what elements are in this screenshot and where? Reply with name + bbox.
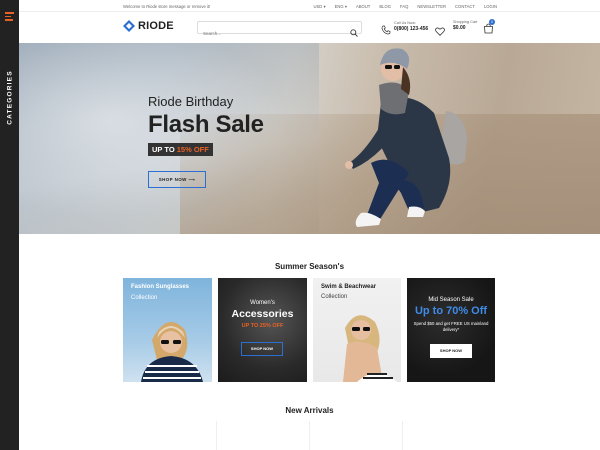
welcome-message: Welcome to Riode store message or remove… xyxy=(123,4,211,9)
cart-summary[interactable]: Shopping Cart $0.00 xyxy=(453,20,477,31)
logo-icon xyxy=(123,20,135,32)
wishlist-heart-icon[interactable] xyxy=(435,23,445,36)
banner-2-title: Accessories xyxy=(231,308,294,320)
hero-title: Flash Sale xyxy=(148,111,264,138)
call-us[interactable]: Call Us Now: 0(800) 123-456 xyxy=(381,21,428,34)
menu-icon[interactable] xyxy=(5,12,14,23)
hero-banner: Riode Birthday Flash Sale UP TO 15% OFF … xyxy=(19,43,600,234)
cart-count-badge: 0 xyxy=(489,19,495,25)
summer-section-title: Summer Season's xyxy=(274,262,345,271)
link-contact[interactable]: CONTACT xyxy=(455,4,475,9)
top-links: USD ▾ ENG ▾ ABOUT BLOG FAQ NEWSLETTER CO… xyxy=(313,4,497,9)
call-label: Call Us Now: xyxy=(394,21,416,25)
link-newsletter[interactable]: NEWSLETTER xyxy=(417,4,446,9)
hero-shop-now-button[interactable]: SHOP NOW ⟶ xyxy=(148,171,206,188)
phone-icon xyxy=(381,22,391,34)
search-input[interactable] xyxy=(198,28,338,39)
link-login[interactable]: LOGIN xyxy=(484,4,497,9)
banner-4-description: Spend $50 and get FREE US mainland deliv… xyxy=(413,321,489,332)
hero-model-image xyxy=(345,48,467,227)
hero-discount-badge: UP TO 15% OFF xyxy=(148,143,213,156)
banner-swim-beachwear[interactable]: Swim & Beachwear Collection xyxy=(313,278,401,382)
banner-4-title: Up to 70% Off xyxy=(414,305,488,317)
link-about[interactable]: ABOUT xyxy=(356,4,370,9)
banner-fashion-sunglasses[interactable]: Fashion Sunglasses Collection xyxy=(123,278,212,382)
logo[interactable]: RIODE xyxy=(123,20,174,32)
cart-total: $0.00 xyxy=(453,25,466,31)
call-number[interactable]: 0(800) 123-456 xyxy=(394,26,428,32)
banner-mid-season-sale[interactable]: Mid Season Sale Up to 70% Off Spend $50 … xyxy=(407,278,495,382)
link-blog[interactable]: BLOG xyxy=(379,4,391,9)
categories-label: CATEGORIES xyxy=(6,70,14,125)
cart-label: Shopping Cart xyxy=(453,20,478,24)
hero-badge-percent: 15% OFF xyxy=(176,145,209,154)
grid-divider xyxy=(402,421,403,450)
grid-divider xyxy=(216,421,217,450)
banner-1-model-image xyxy=(141,322,203,382)
hero-text: Riode Birthday Flash Sale UP TO 15% OFF … xyxy=(148,94,264,188)
link-faq[interactable]: FAQ xyxy=(400,4,408,9)
top-bar: Welcome to Riode store message or remove… xyxy=(19,0,600,12)
search-icon[interactable] xyxy=(350,24,358,37)
categories-label-wrap: CATEGORIES xyxy=(3,66,16,136)
banner-2-shop-now-button[interactable]: SHOP NOW xyxy=(241,342,283,356)
banner-2-pretitle: Women's xyxy=(250,300,275,306)
hero-badge-prefix: UP TO xyxy=(152,145,177,154)
banner-accessories[interactable]: Women's Accessories UP TO 25% OFF SHOP N… xyxy=(218,278,307,382)
hero-subtitle: Riode Birthday xyxy=(148,94,234,109)
new-arrivals-grid xyxy=(123,421,495,450)
header: RIODE Call Us Now: 0(800) 123-456 Shoppi… xyxy=(19,12,600,43)
currency-select[interactable]: USD ▾ xyxy=(313,4,325,9)
banner-4-shop-now-button[interactable]: SHOP NOW xyxy=(430,344,472,358)
banner-3-title: Swim & Beachwear xyxy=(321,284,377,290)
banner-1-title: Fashion Sunglasses xyxy=(131,284,190,290)
banner-2-offer: UP TO 25% OFF xyxy=(241,323,284,329)
categories-sidebar[interactable]: CATEGORIES xyxy=(0,0,19,450)
new-arrivals-title: New Arrivals xyxy=(285,406,334,415)
search-box[interactable] xyxy=(197,21,362,39)
logo-text: RIODE xyxy=(138,20,174,32)
language-select[interactable]: ENG ▾ xyxy=(335,4,347,9)
grid-divider xyxy=(309,421,310,450)
banner-4-pretitle: Mid Season Sale xyxy=(428,297,474,303)
banner-3-subtitle: Collection xyxy=(321,294,348,300)
banner-3-model-image xyxy=(343,315,397,382)
